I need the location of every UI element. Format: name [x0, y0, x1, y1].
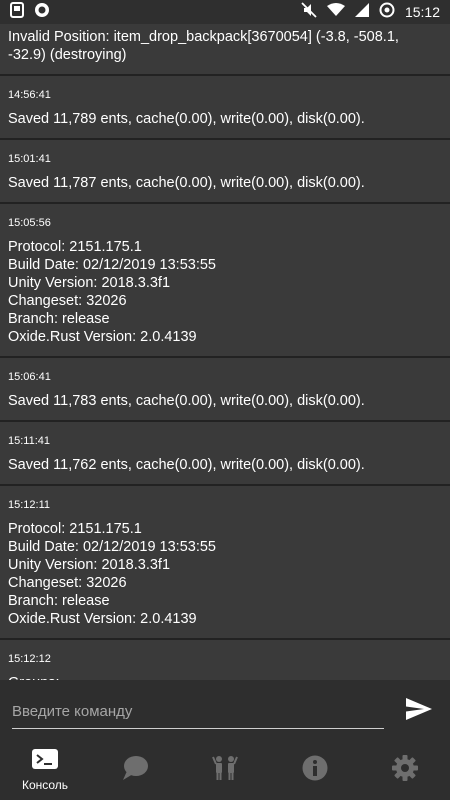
log-entry-time: 15:11:41 — [8, 435, 51, 447]
log-entry: 14:56:41 Saved 11,789 ents, cache(0.00),… — [0, 76, 450, 140]
log-entry-text: Protocol: 2151.175.1 Build Date: 02/12/2… — [8, 239, 216, 345]
log-entry: 15:12:11 Protocol: 2151.175.1 Build Date… — [0, 486, 450, 640]
send-button[interactable] — [402, 696, 436, 726]
nav-chat[interactable] — [90, 740, 180, 800]
log-entry-time: 15:01:41 — [8, 153, 51, 165]
battery-icon — [379, 2, 395, 23]
nav-console-label: Консоль — [21, 777, 69, 792]
mute-icon — [301, 1, 317, 23]
sync-circle-icon — [34, 2, 50, 23]
log-entry: 15:12:12 Groups: default, admin — [0, 640, 450, 680]
command-bar — [0, 680, 450, 740]
terminal-icon — [32, 748, 58, 774]
nav-console[interactable]: Консоль — [0, 740, 90, 800]
log-entry-time: 14:56:41 — [8, 89, 51, 101]
log-entry-text: Saved 11,783 ents, cache(0.00), write(0.… — [8, 393, 365, 409]
gear-icon — [391, 754, 419, 787]
command-input[interactable] — [12, 696, 384, 729]
wifi-icon — [326, 2, 345, 22]
nav-settings[interactable] — [360, 740, 450, 800]
log-entry: Invalid Position: item_drop_backpack[367… — [0, 24, 450, 76]
signal-icon — [354, 2, 369, 22]
notification-app-icon — [10, 1, 24, 23]
console-log[interactable]: Invalid Position: item_drop_backpack[367… — [0, 24, 450, 680]
log-entry-text: Saved 11,787 ents, cache(0.00), write(0.… — [8, 175, 365, 191]
log-entry-text: Groups: default, admin — [8, 666, 442, 680]
log-entry-text: Saved 11,789 ents, cache(0.00), write(0.… — [8, 111, 365, 127]
log-entry-text: Saved 11,762 ents, cache(0.00), write(0.… — [8, 457, 365, 473]
log-entry-time: 15:12:11 — [8, 499, 51, 511]
log-entry: 15:05:56 Protocol: 2151.175.1 Build Date… — [0, 204, 450, 358]
info-icon — [302, 755, 328, 786]
status-bar: 15:12 — [0, 0, 450, 24]
log-entry-text: Protocol: 2151.175.1 Build Date: 02/12/2… — [8, 521, 216, 627]
log-entry: 15:01:41 Saved 11,787 ents, cache(0.00),… — [0, 140, 450, 204]
log-entry: 15:11:41 Saved 11,762 ents, cache(0.00),… — [0, 422, 450, 486]
chat-icon — [121, 755, 149, 786]
players-icon — [212, 755, 238, 786]
log-entry-time: 15:06:41 — [8, 371, 51, 383]
send-icon — [406, 697, 432, 725]
nav-info[interactable] — [270, 740, 360, 800]
log-entry-text: Invalid Position: item_drop_backpack[367… — [8, 29, 399, 63]
nav-players[interactable] — [180, 740, 270, 800]
log-entry-time: 15:12:12 — [8, 653, 51, 665]
bottom-nav: Консоль — [0, 740, 450, 800]
log-entry-time: 15:05:56 — [8, 217, 51, 229]
status-time: 15:12 — [404, 4, 440, 20]
log-entry: 15:06:41 Saved 11,783 ents, cache(0.00),… — [0, 358, 450, 422]
